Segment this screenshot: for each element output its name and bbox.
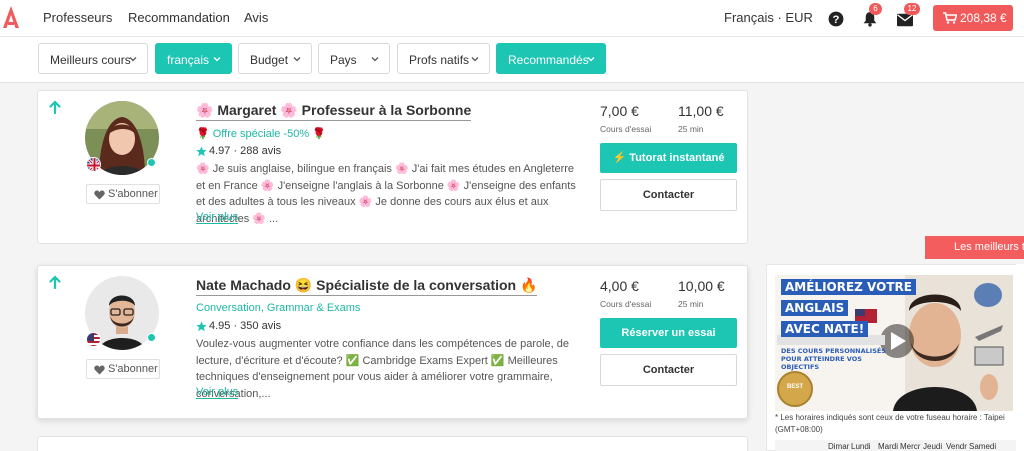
trial-price-label: Cours d'essai (600, 124, 652, 134)
day-label: Mardi (878, 442, 899, 451)
cart-icon (943, 12, 957, 24)
filter-label: Meilleurs cours (50, 53, 131, 67)
notification-count-badge: 6 (869, 3, 882, 15)
chevron-down-icon (587, 57, 595, 62)
filter-pays[interactable]: Pays (318, 43, 390, 74)
star-icon (196, 321, 207, 332)
regular-price: 10,00 € (678, 278, 725, 294)
filter-budget[interactable]: Budget (238, 43, 312, 74)
tutor-name[interactable]: Nate Machado 😆 Spécialiste de la convers… (196, 277, 538, 296)
subscribe-button[interactable]: S'abonner (86, 184, 160, 204)
tutor-tagline: 🌹 Offre spéciale -50% 🌹 (196, 128, 326, 140)
day-label: Jeudi (923, 442, 943, 451)
intro-video-panel: AMÉLIOREZ VOTRE ANGLAIS AVEC NATE! DES C… (766, 264, 1024, 451)
schedule-day-header: Dimar Lundi Mardi Mercr Jeudi Vendr Same… (775, 440, 1024, 451)
language-currency-selector[interactable]: Français · EUR (724, 10, 813, 25)
video-subtitle: DES COURS PERSONNALISÉS POUR ATTEINDRE V… (781, 347, 886, 371)
star-icon (196, 146, 207, 157)
rating-text: 4.97 · 288 avis (209, 145, 282, 157)
page-edge (1016, 264, 1024, 451)
video-headline: AMÉLIOREZ VOTRE (781, 279, 916, 295)
tutor-description: 🌸 Je suis anglaise, bilingue en français… (196, 163, 576, 225)
filter-bar: Meilleurs cours français Budget Pays Pro… (0, 37, 1024, 83)
day-label: Lundi (851, 442, 871, 451)
chevron-down-icon (129, 57, 137, 62)
filter-label: Budget (250, 53, 289, 67)
day-label: Mercr (900, 442, 921, 451)
us-flag-icon (86, 332, 101, 347)
contact-button[interactable]: Contacter (600, 354, 737, 386)
see-more-link[interactable]: Voir plus (196, 386, 239, 399)
top-navbar: Professeurs Recommandation Avis Français… (0, 0, 1024, 37)
filter-recommandes[interactable]: Recommandés (496, 43, 606, 74)
heart-icon (94, 365, 105, 375)
day-label: Vendr (946, 442, 967, 451)
day-label: Dimar (828, 442, 850, 451)
subscribe-button[interactable]: S'abonner (86, 359, 160, 379)
online-status-dot (147, 158, 156, 167)
regular-price-label: 25 min (678, 124, 704, 134)
best-tutors-banner[interactable]: Les meilleurs tu (925, 236, 1024, 259)
timezone-note: * Les horaires indiqués sont ceux de vot… (775, 413, 1005, 434)
see-more-link[interactable]: Voir plus (196, 211, 239, 224)
subscribe-label: S'abonner (108, 363, 158, 375)
heart-icon (94, 190, 105, 200)
rating-text: 4.95 · 350 avis (209, 320, 282, 332)
chevron-down-icon (213, 57, 221, 62)
nav-link-professeurs[interactable]: Professeurs (43, 10, 112, 25)
cart-total: 208,38 € (960, 11, 1007, 25)
video-headline: AVEC NATE! (781, 321, 869, 337)
trial-price: 4,00 € (600, 278, 639, 294)
intro-video[interactable]: AMÉLIOREZ VOTRE ANGLAIS AVEC NATE! DES C… (775, 275, 1013, 411)
arrow-up-icon[interactable] (48, 100, 62, 114)
book-trial-button[interactable]: Réserver un essai (600, 318, 737, 348)
tutor-name[interactable]: 🌸 Margaret 🌸 Professeur à la Sorbonne (196, 102, 472, 121)
message-count-badge: 12 (904, 3, 920, 15)
svg-text:?: ? (833, 14, 840, 26)
regular-price-label: 25 min (678, 299, 704, 309)
filter-francais[interactable]: français (155, 43, 232, 74)
filter-meilleurs-cours[interactable]: Meilleurs cours (38, 43, 148, 74)
online-status-dot (147, 333, 156, 342)
brand-logo-icon[interactable] (2, 4, 20, 30)
tutor-card[interactable]: S'abonner 🌸 Margaret 🌸 Professeur à la S… (37, 90, 748, 244)
contact-button[interactable]: Contacter (600, 179, 737, 211)
chevron-down-icon (471, 57, 479, 62)
filter-label: Recommandés (508, 53, 589, 67)
uk-flag-icon (86, 157, 101, 172)
cart-button[interactable]: 208,38 € (933, 5, 1013, 31)
trial-price: 7,00 € (600, 103, 639, 119)
question-circle-icon[interactable]: ? (828, 11, 844, 27)
tutor-card[interactable] (37, 436, 748, 451)
filter-profs-natifs[interactable]: Profs natifs (397, 43, 490, 74)
nav-link-avis[interactable]: Avis (244, 10, 268, 25)
filter-label: Pays (330, 53, 357, 67)
chevron-down-icon (293, 57, 301, 62)
filter-label: français (167, 53, 210, 67)
tutor-tagline: Conversation, Grammar & Exams (196, 302, 361, 314)
chevron-down-icon (371, 57, 379, 62)
regular-price: 11,00 € (678, 103, 724, 119)
nav-link-recommandation[interactable]: Recommandation (128, 10, 230, 25)
arrow-up-icon[interactable] (48, 275, 62, 289)
filter-label: Profs natifs (409, 53, 470, 67)
tutor-description: Voulez-vous augmenter votre confiance da… (196, 338, 570, 400)
video-headline: ANGLAIS (781, 300, 849, 316)
tutor-card[interactable]: S'abonner Nate Machado 😆 Spécialiste de … (37, 265, 748, 419)
day-label: Samedi (969, 442, 997, 451)
subscribe-label: S'abonner (108, 188, 158, 200)
instant-tutoring-button[interactable]: ⚡ Tutorat instantané (600, 143, 737, 173)
trial-price-label: Cours d'essai (600, 299, 652, 309)
best-badge: BEST (786, 384, 803, 390)
